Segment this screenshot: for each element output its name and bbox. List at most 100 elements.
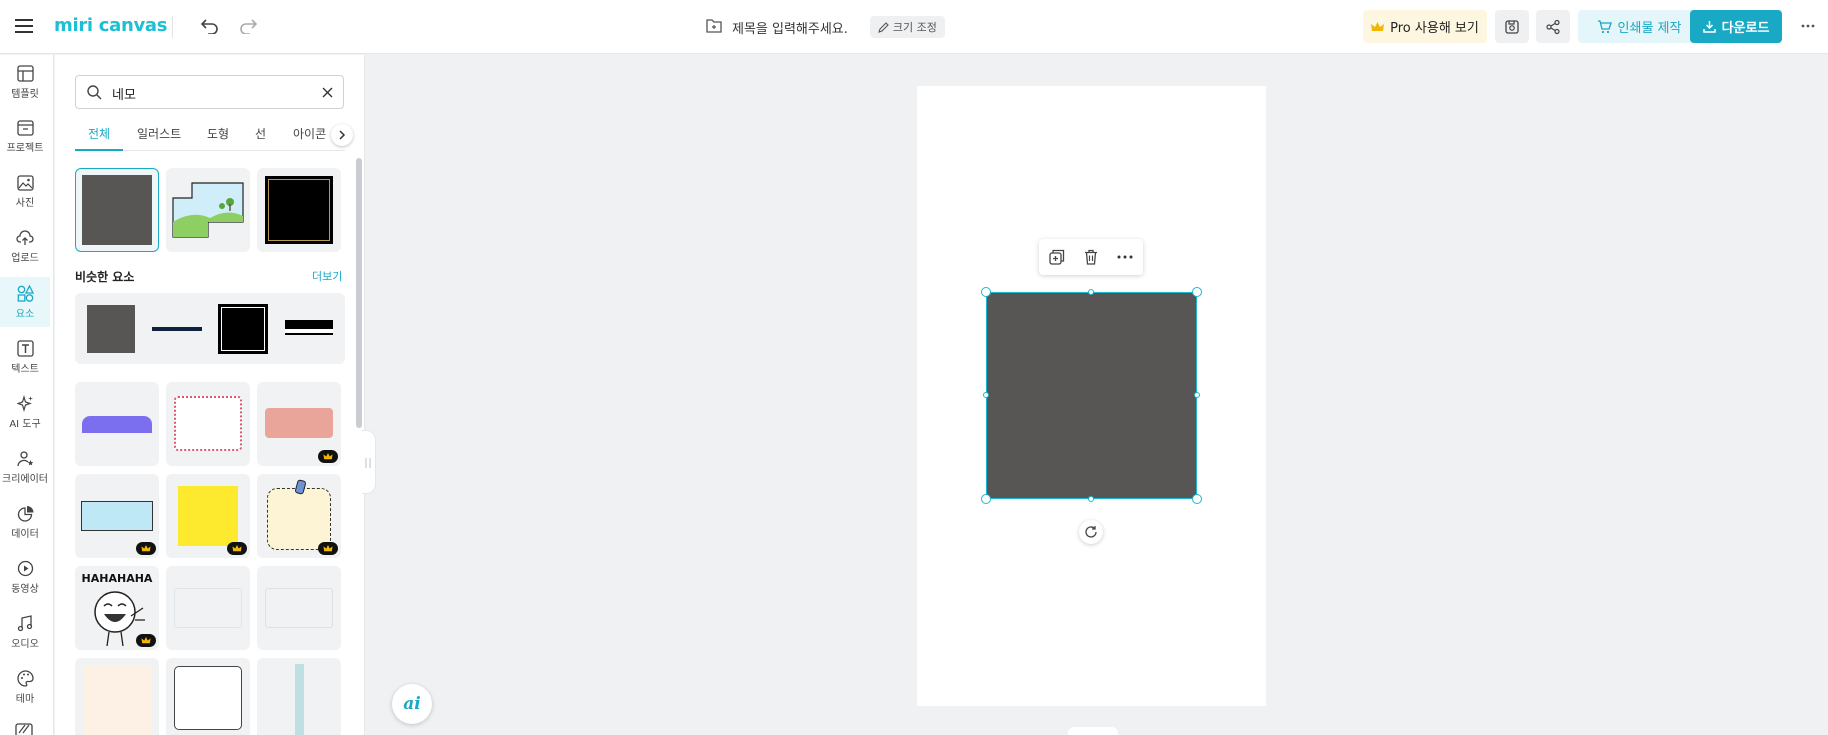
share-icon (1546, 19, 1560, 34)
black-frame-thumb (265, 176, 333, 244)
elements-icon (17, 284, 34, 302)
similar-navy-line[interactable] (152, 327, 202, 331)
resize-handle-bottom-right[interactable] (1192, 494, 1202, 504)
clear-search-icon[interactable] (322, 87, 333, 98)
selection-box (986, 292, 1197, 499)
tabs-next-button[interactable] (331, 124, 353, 146)
panel-collapse-handle[interactable] (362, 430, 376, 494)
element-black-frame[interactable] (257, 168, 341, 252)
print-order-button[interactable]: 인쇄물 제작 (1578, 10, 1700, 43)
print-order-label: 인쇄물 제작 (1617, 21, 1682, 36)
nav-more-icon[interactable] (15, 723, 33, 735)
element-photo-frame[interactable] (166, 168, 250, 252)
nav-item-theme[interactable]: 테마 (0, 662, 50, 712)
similar-more-link[interactable]: 더보기 (312, 268, 342, 284)
nav-item-project[interactable]: 프로젝트 (0, 112, 50, 162)
undo-icon[interactable] (198, 14, 222, 38)
delete-icon[interactable] (1084, 249, 1098, 265)
similar-section-title: 비슷한 요소 (75, 270, 135, 284)
nav-item-audio[interactable]: 오디오 (0, 607, 50, 657)
tab-icon[interactable]: 아이콘 (293, 125, 326, 151)
video-icon (17, 560, 33, 576)
document-title[interactable]: 제목을 입력해주세요. (732, 18, 848, 37)
crown-icon (141, 545, 151, 552)
download-button[interactable]: 다운로드 (1690, 10, 1782, 43)
more-options-icon[interactable] (1797, 14, 1819, 38)
element-floating-toolbar (1039, 239, 1143, 275)
resize-handle-left[interactable] (983, 392, 989, 398)
nav-label: 요소 (15, 308, 35, 320)
menu-icon[interactable] (14, 16, 34, 36)
similar-black-bar[interactable] (285, 320, 333, 333)
divider (172, 16, 173, 38)
premium-badge (318, 450, 338, 463)
nav-item-text[interactable]: 텍스트 (0, 332, 50, 382)
nav-label: 템플릿 (11, 88, 39, 100)
element-ticket[interactable] (257, 382, 341, 466)
nav-item-video[interactable]: 동영상 (0, 552, 50, 602)
element-gray-square[interactable] (75, 168, 159, 252)
search-box[interactable]: 네모 (75, 75, 344, 109)
app-logo[interactable]: miri canvas (54, 13, 167, 39)
similar-black-frame[interactable] (218, 304, 268, 354)
similar-gray-square[interactable] (87, 305, 135, 353)
redo-icon[interactable] (236, 14, 260, 38)
dotted-frame-thumb (174, 396, 242, 451)
search-input[interactable]: 네모 (112, 84, 136, 103)
element-teal-bar[interactable] (257, 658, 341, 735)
resize-handle-right[interactable] (1194, 392, 1200, 398)
resize-handle-top[interactable] (1088, 289, 1094, 295)
nav-item-template[interactable]: 템플릿 (0, 57, 50, 107)
folder-icon[interactable] (706, 18, 722, 37)
resize-button[interactable]: 크기 조정 (869, 16, 945, 38)
nav-item-data[interactable]: 데이터 (0, 497, 50, 547)
element-purple-tab[interactable] (75, 382, 159, 466)
pages-drawer-handle[interactable] (1068, 727, 1118, 735)
chevron-right-icon (339, 130, 346, 140)
more-icon[interactable] (1117, 255, 1133, 259)
photo-icon (16, 175, 34, 191)
ai-assistant-button[interactable]: ai (392, 684, 432, 724)
resize-handle-bottom-left[interactable] (981, 494, 991, 504)
element-faint-frame-2[interactable] (257, 566, 341, 650)
nav-item-upload[interactable]: 업로드 (0, 222, 50, 272)
resize-handle-top-right[interactable] (1192, 287, 1202, 297)
faint-frame-thumb (265, 588, 333, 628)
element-faint-frame[interactable] (166, 566, 250, 650)
elements-panel: 네모 전체 일러스트 도형 선 아이콘 비슷한 요소 더보기 HAHAHAHA (55, 55, 365, 735)
gray-square-thumb (82, 175, 152, 245)
pro-trial-label: Pro 사용해 보기 (1390, 21, 1479, 36)
element-blue-note[interactable] (75, 474, 159, 558)
nav-item-elements[interactable]: 요소 (0, 277, 50, 327)
tab-line[interactable]: 선 (255, 125, 266, 151)
element-hahaha-sticker[interactable]: HAHAHAHA (75, 566, 159, 650)
nav-item-ai-tools[interactable]: AI 도구 (0, 387, 50, 437)
premium-badge (136, 634, 156, 647)
template-icon (16, 64, 34, 82)
panel-scrollbar[interactable] (356, 158, 362, 428)
element-dotted-frame[interactable] (166, 382, 250, 466)
save-icon (1505, 19, 1519, 34)
nav-label: 동영상 (11, 583, 39, 595)
rounded-frame-thumb (174, 666, 242, 730)
duplicate-icon[interactable] (1049, 249, 1065, 265)
nav-item-photo[interactable]: 사진 (0, 167, 50, 217)
element-cream-card[interactable] (75, 658, 159, 735)
tab-shape[interactable]: 도형 (207, 125, 229, 151)
tab-all[interactable]: 전체 (75, 125, 123, 151)
nav-item-creator[interactable]: 크리에이터 (0, 442, 50, 492)
share-button[interactable] (1536, 10, 1570, 43)
ai-tools-icon (16, 394, 33, 412)
element-yellow-note[interactable] (166, 474, 250, 558)
resize-handle-top-left[interactable] (981, 287, 991, 297)
rotate-handle[interactable] (1079, 520, 1103, 544)
element-pinned-memo[interactable] (257, 474, 341, 558)
resize-handle-bottom[interactable] (1088, 496, 1094, 502)
element-rounded-frame[interactable] (166, 658, 250, 735)
save-button[interactable] (1495, 10, 1529, 43)
nav-label: 업로드 (11, 253, 39, 264)
tab-illustration[interactable]: 일러스트 (137, 125, 181, 151)
cart-icon (1597, 19, 1612, 33)
audio-icon (17, 614, 33, 631)
pro-trial-button[interactable]: Pro 사용해 보기 (1363, 10, 1487, 43)
